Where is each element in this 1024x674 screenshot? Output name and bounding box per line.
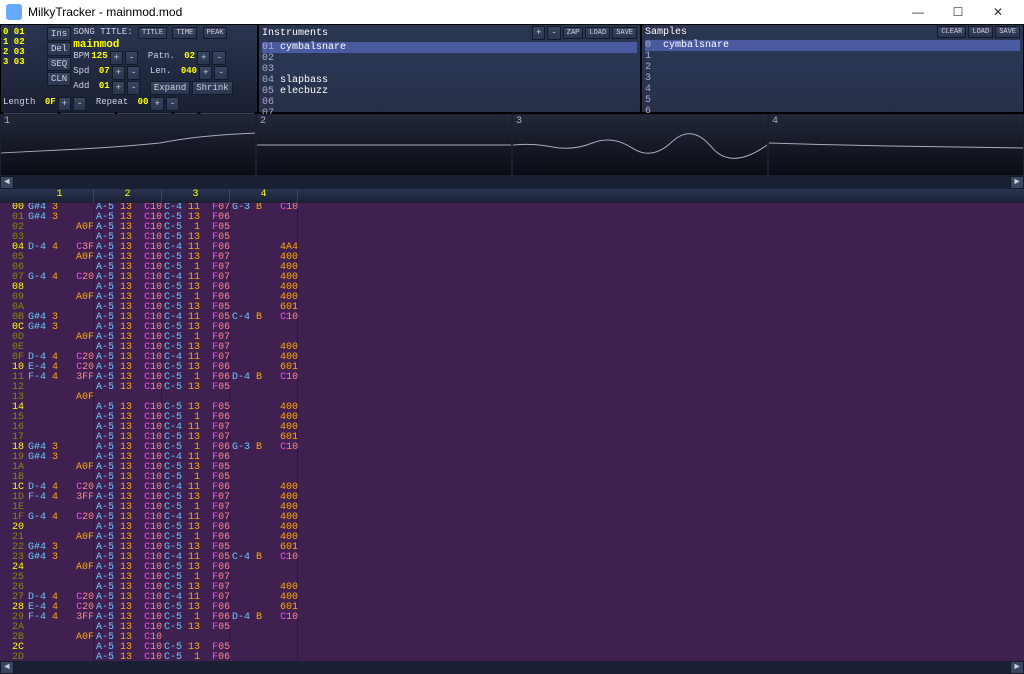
ins-load[interactable]: LOAD bbox=[585, 27, 610, 39]
pat-scroll-track[interactable] bbox=[14, 661, 1010, 674]
instruments-panel: Instruments + - ZAP LOAD SAVE 01cymbalsn… bbox=[258, 24, 641, 113]
repeat-value: 00 bbox=[138, 97, 149, 111]
patn-up[interactable]: + bbox=[197, 51, 210, 65]
add-down[interactable]: - bbox=[127, 81, 140, 95]
channel-header-3[interactable]: 3 bbox=[162, 189, 230, 203]
titlebar: MilkyTracker - mainmod.mod — ☐ ✕ bbox=[0, 0, 1024, 24]
bpm-up[interactable]: + bbox=[110, 51, 123, 65]
channel-header-1[interactable]: 1 bbox=[26, 189, 94, 203]
sample-item[interactable]: 2 bbox=[645, 62, 1020, 73]
repeat-down[interactable]: - bbox=[166, 97, 179, 111]
length-up[interactable]: + bbox=[58, 97, 71, 111]
song-title[interactable]: mainmod bbox=[73, 39, 255, 51]
cln-button[interactable]: CLN bbox=[47, 72, 71, 86]
ins-save[interactable]: SAVE bbox=[612, 27, 637, 39]
ins-button[interactable]: Ins bbox=[47, 27, 71, 41]
length-down[interactable]: - bbox=[73, 97, 86, 111]
ins-plus[interactable]: + bbox=[532, 26, 545, 40]
channel-header-2[interactable]: 2 bbox=[94, 189, 162, 203]
pat-scroll-left-icon[interactable]: ◄ bbox=[0, 661, 14, 674]
seq-button[interactable]: SEQ bbox=[47, 57, 71, 71]
samples-title: Samples bbox=[645, 27, 935, 38]
ins-zap[interactable]: ZAP bbox=[563, 27, 584, 39]
sample-item[interactable]: 4 bbox=[645, 84, 1020, 95]
add-up[interactable]: + bbox=[112, 81, 125, 95]
time-mode-button[interactable]: TIME bbox=[172, 27, 197, 39]
sample-item[interactable]: 3 bbox=[645, 73, 1020, 84]
scope-hscroll[interactable]: ◄ ► bbox=[0, 176, 1024, 189]
sample-item[interactable]: 0cymbalsnare bbox=[645, 40, 1020, 51]
smp-save[interactable]: SAVE bbox=[995, 26, 1020, 38]
instrument-item[interactable]: 06 bbox=[262, 97, 637, 108]
instrument-item[interactable]: 03 bbox=[262, 64, 637, 75]
app-icon bbox=[6, 4, 22, 20]
pattern-editor[interactable]: 00G#4 3A-5 13 C10C-4 11 F07G-3 B C1001G#… bbox=[0, 203, 1024, 661]
smp-load[interactable]: LOAD bbox=[968, 26, 993, 38]
instrument-item[interactable]: 05elecbuzz bbox=[262, 86, 637, 97]
repeat-up[interactable]: + bbox=[150, 97, 163, 111]
sample-item[interactable]: 5 bbox=[645, 95, 1020, 106]
spd-down[interactable]: - bbox=[127, 66, 140, 80]
scroll-right-icon[interactable]: ► bbox=[1010, 176, 1024, 189]
instruments-title: Instruments bbox=[262, 28, 530, 39]
scope-4[interactable]: 4 bbox=[768, 114, 1024, 176]
spd-value: 07 bbox=[99, 66, 110, 80]
scope-3[interactable]: 3 bbox=[512, 114, 768, 176]
scope-panel: 1 2 3 4 bbox=[0, 114, 1024, 176]
scroll-left-icon[interactable]: ◄ bbox=[0, 176, 14, 189]
del-button[interactable]: Del bbox=[47, 42, 71, 56]
sample-item[interactable]: 1 bbox=[645, 51, 1020, 62]
scope-1[interactable]: 1 bbox=[0, 114, 256, 176]
bpm-value: 125 bbox=[91, 51, 107, 65]
pat-scroll-right-icon[interactable]: ► bbox=[1010, 661, 1024, 674]
top-panel: 0 01 1 02 2 03 3 03 Ins Del SEQ CLN SONG… bbox=[0, 24, 1024, 114]
add-value: 01 bbox=[99, 81, 110, 95]
len-up[interactable]: + bbox=[199, 66, 212, 80]
scope-2[interactable]: 2 bbox=[256, 114, 512, 176]
close-button[interactable]: ✕ bbox=[978, 0, 1018, 24]
maximize-button[interactable]: ☐ bbox=[938, 0, 978, 24]
peak-mode-button[interactable]: PEAK bbox=[203, 27, 228, 39]
pattern-header: 1 2 3 4 bbox=[0, 189, 1024, 203]
instrument-item[interactable]: 04slapbass bbox=[262, 75, 637, 86]
window-title: MilkyTracker - mainmod.mod bbox=[28, 5, 898, 19]
channel-header-4[interactable]: 4 bbox=[230, 189, 298, 203]
pattern-row[interactable]: 12··· ·· ···A-5 13 C10C-5 13 F05··· ·· ·… bbox=[6, 383, 1024, 393]
patn-value: 02 bbox=[184, 51, 195, 65]
order-list[interactable]: 0 01 1 02 2 03 3 03 bbox=[3, 27, 45, 96]
expand-button[interactable]: Expand bbox=[150, 81, 190, 95]
pattern-hscroll[interactable]: ◄ ► bbox=[0, 661, 1024, 674]
length-value: 0F bbox=[45, 97, 56, 111]
shrink-button[interactable]: Shrink bbox=[192, 81, 232, 95]
song-title-label: SONG TITLE: bbox=[73, 27, 132, 37]
pattern-row[interactable]: 2D··· ·· ···A-5 13 C10C-5 1 F06··· ·· ··… bbox=[6, 653, 1024, 661]
bpm-down[interactable]: - bbox=[125, 51, 138, 65]
len-value: 040 bbox=[181, 66, 197, 80]
spd-up[interactable]: + bbox=[112, 66, 125, 80]
patn-down[interactable]: - bbox=[212, 51, 225, 65]
instrument-item[interactable]: 02 bbox=[262, 53, 637, 64]
scroll-track[interactable] bbox=[14, 176, 1010, 189]
title-mode-button[interactable]: TITLE bbox=[138, 27, 167, 39]
minimize-button[interactable]: — bbox=[898, 0, 938, 24]
smp-clear[interactable]: CLEAR bbox=[937, 26, 966, 38]
samples-panel: Samples CLEAR LOAD SAVE 0cymbalsnare1234… bbox=[641, 24, 1024, 113]
instrument-item[interactable]: 01cymbalsnare bbox=[262, 42, 637, 53]
song-controls: 0 01 1 02 2 03 3 03 Ins Del SEQ CLN SONG… bbox=[0, 24, 258, 113]
ins-minus[interactable]: - bbox=[547, 26, 560, 40]
len-down[interactable]: - bbox=[214, 66, 227, 80]
